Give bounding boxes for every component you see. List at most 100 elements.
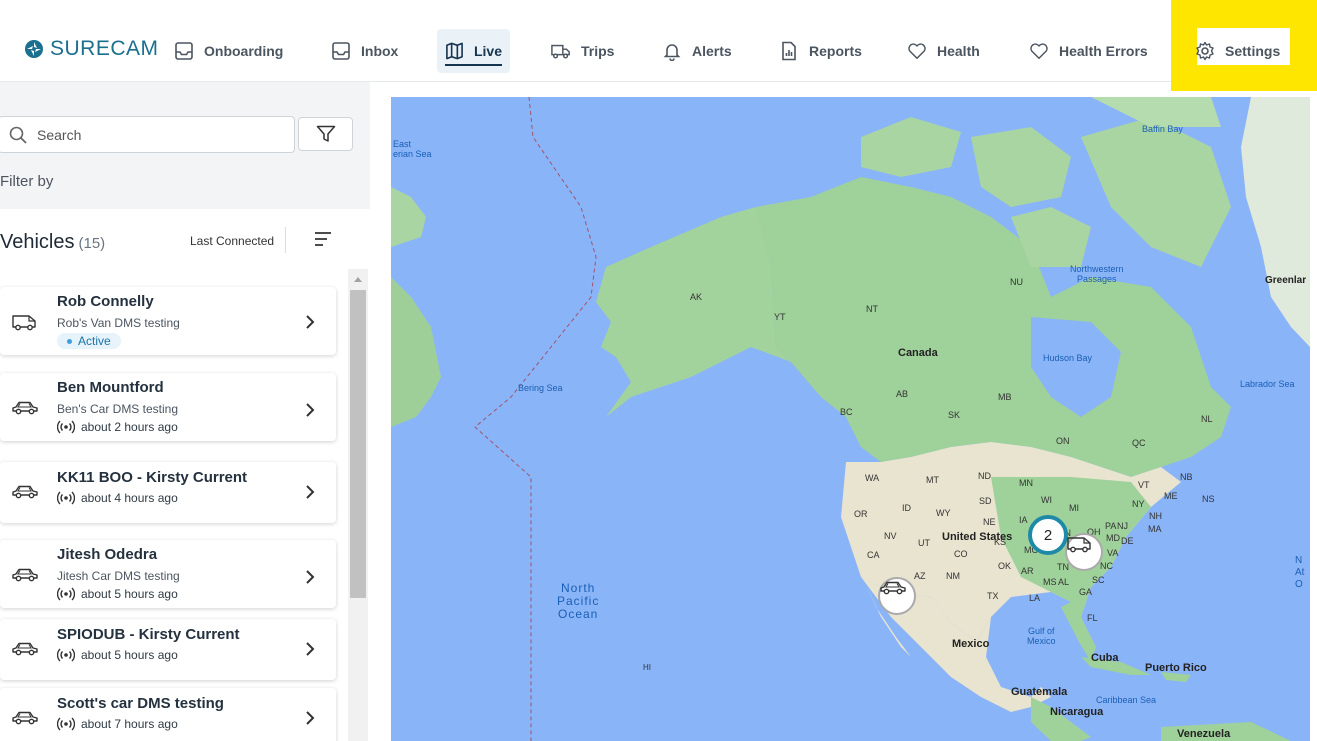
map-region: YT: [774, 312, 786, 322]
map-region: OK: [998, 561, 1012, 571]
live-map[interactable]: East erian Sea Baffin Bay Greenlar North…: [391, 97, 1310, 741]
vehicle-name: Rob Connelly: [57, 293, 154, 310]
scroll-up-arrow[interactable]: [354, 277, 362, 282]
map-label-nicaragua: Nicaragua: [1050, 706, 1104, 718]
signal-icon: [57, 420, 75, 434]
nav-alerts[interactable]: Alerts: [662, 29, 732, 73]
vehicle-list-scrollbar[interactable]: [348, 269, 368, 741]
map-label-gulf-of-mexico: Gulf of Mexico: [1027, 626, 1056, 646]
sort-icon[interactable]: [314, 231, 332, 247]
map-label-canada: Canada: [898, 347, 938, 359]
nav-health[interactable]: Health: [907, 29, 980, 73]
vehicle-card[interactable]: Ben Mountford Ben's Car DMS testing abou…: [0, 373, 336, 441]
active-badge-label: Active: [78, 334, 111, 348]
sort-selector[interactable]: Last Connected: [190, 234, 274, 248]
van-marker[interactable]: [1065, 533, 1103, 571]
bell-icon: [663, 44, 681, 61]
map-region: WI: [1041, 495, 1052, 505]
filter-by-label[interactable]: Filter by: [0, 173, 53, 190]
map-label-puerto-rico: Puerto Rico: [1145, 662, 1207, 674]
car-icon: [12, 568, 38, 582]
map-region: NS: [1202, 494, 1215, 504]
vehicles-panel: Vehicles (15) Last Connected Rob Connelly…: [0, 209, 370, 741]
map-label-cuba: Cuba: [1091, 652, 1119, 664]
map-region: MA: [1148, 524, 1162, 534]
last-seen-text: about 7 hours ago: [81, 717, 178, 731]
inbox-tray-icon: [175, 42, 193, 60]
vehicle-card[interactable]: KK11 BOO - Kirsty Current about 4 hours …: [0, 462, 336, 523]
map-region: VT: [1138, 480, 1150, 490]
vehicle-name: KK11 BOO - Kirsty Current: [57, 469, 248, 486]
map-region: AL: [1058, 577, 1070, 587]
signal-icon: [57, 587, 75, 601]
search-box[interactable]: [0, 116, 295, 153]
map-region: SC: [1092, 575, 1105, 585]
map-label-bering-sea: Bering Sea: [518, 383, 563, 393]
nav-inbox-label: Inbox: [361, 43, 399, 59]
nav-health-errors[interactable]: Health Errors: [1029, 29, 1148, 73]
car-marker[interactable]: [878, 577, 916, 615]
surecam-logo[interactable]: SURECAM: [24, 37, 159, 61]
search-input[interactable]: [37, 126, 277, 143]
map-label-labrador-sea: Labrador Sea: [1240, 379, 1295, 389]
vehicle-status: Active: [57, 333, 121, 349]
map-region: LA: [1029, 593, 1041, 603]
map-region: MT: [926, 475, 939, 485]
map-region: MB: [998, 392, 1012, 402]
scroll-thumb[interactable]: [350, 290, 366, 598]
map-region: WY: [936, 508, 951, 518]
map-region: NV: [884, 531, 897, 541]
filter-button[interactable]: [298, 117, 353, 151]
map-label-guatemala: Guatemala: [1011, 686, 1068, 698]
map-label-greenland: Greenlar: [1265, 275, 1307, 286]
nav-trips[interactable]: Trips: [551, 29, 614, 73]
map-region: DE: [1121, 536, 1134, 546]
map-region: MS: [1043, 577, 1057, 587]
chevron-right-icon: [306, 711, 315, 725]
vehicle-status: about 5 hours ago: [57, 587, 178, 601]
map-label-northwestern-passages: Northwestern Passages: [1070, 264, 1124, 284]
nav-settings[interactable]: Settings: [1195, 29, 1280, 73]
vehicle-name: Ben Mountford: [57, 379, 164, 396]
nav-onboarding[interactable]: Onboarding: [174, 29, 283, 73]
search-icon: [9, 126, 27, 144]
nav-live[interactable]: Live: [437, 29, 510, 73]
map-label-caribbean-sea: Caribbean Sea: [1096, 695, 1157, 705]
van-icon: [1067, 537, 1091, 553]
chevron-right-icon: [306, 315, 315, 329]
map-icon: [446, 42, 463, 60]
map-region: IA: [1019, 515, 1028, 525]
map-region: MD: [1106, 533, 1120, 543]
top-navigation: SURECAM Onboarding Inbox Live Trips Aler…: [0, 0, 1317, 91]
nav-health-label: Health: [937, 43, 980, 59]
status-dot: [67, 338, 72, 344]
map-region: TX: [987, 591, 999, 601]
vehicle-name: Scott's car DMS testing: [57, 695, 224, 712]
last-seen-text: about 5 hours ago: [81, 648, 178, 662]
vehicle-card[interactable]: Scott's car DMS testing about 7 hours ag…: [0, 688, 336, 741]
map-region: AK: [690, 292, 703, 302]
chevron-right-icon: [306, 570, 315, 584]
logo-icon: [25, 40, 43, 58]
nav-reports[interactable]: Reports: [779, 29, 862, 73]
vehicle-card[interactable]: Jitesh Odedra Jitesh Car DMS testing abo…: [0, 540, 336, 608]
vehicle-cluster-marker[interactable]: 2: [1028, 515, 1068, 555]
map-region: OR: [854, 509, 868, 519]
cluster-count: 2: [1043, 526, 1053, 544]
vehicle-description: Rob's Van DMS testing: [57, 316, 180, 330]
chevron-right-icon: [306, 485, 315, 499]
vehicle-card[interactable]: SPIODUB - Kirsty Current about 5 hours a…: [0, 619, 336, 680]
vehicle-status: about 5 hours ago: [57, 648, 178, 662]
active-tab-indicator: [445, 64, 502, 66]
vehicles-heading: Vehicles (15): [0, 231, 105, 254]
map-region: CA: [867, 550, 880, 560]
vehicle-card[interactable]: Rob Connelly Rob's Van DMS testing Activ…: [0, 287, 336, 355]
map-region: NY: [1132, 499, 1145, 509]
signal-icon: [57, 491, 75, 505]
map-region: NM: [946, 571, 960, 581]
last-seen-text: about 2 hours ago: [81, 420, 178, 434]
map-region: PA: [1105, 521, 1117, 531]
map-region: AB: [896, 389, 909, 399]
map-region: TN: [1057, 562, 1069, 572]
nav-inbox[interactable]: Inbox: [331, 29, 398, 73]
